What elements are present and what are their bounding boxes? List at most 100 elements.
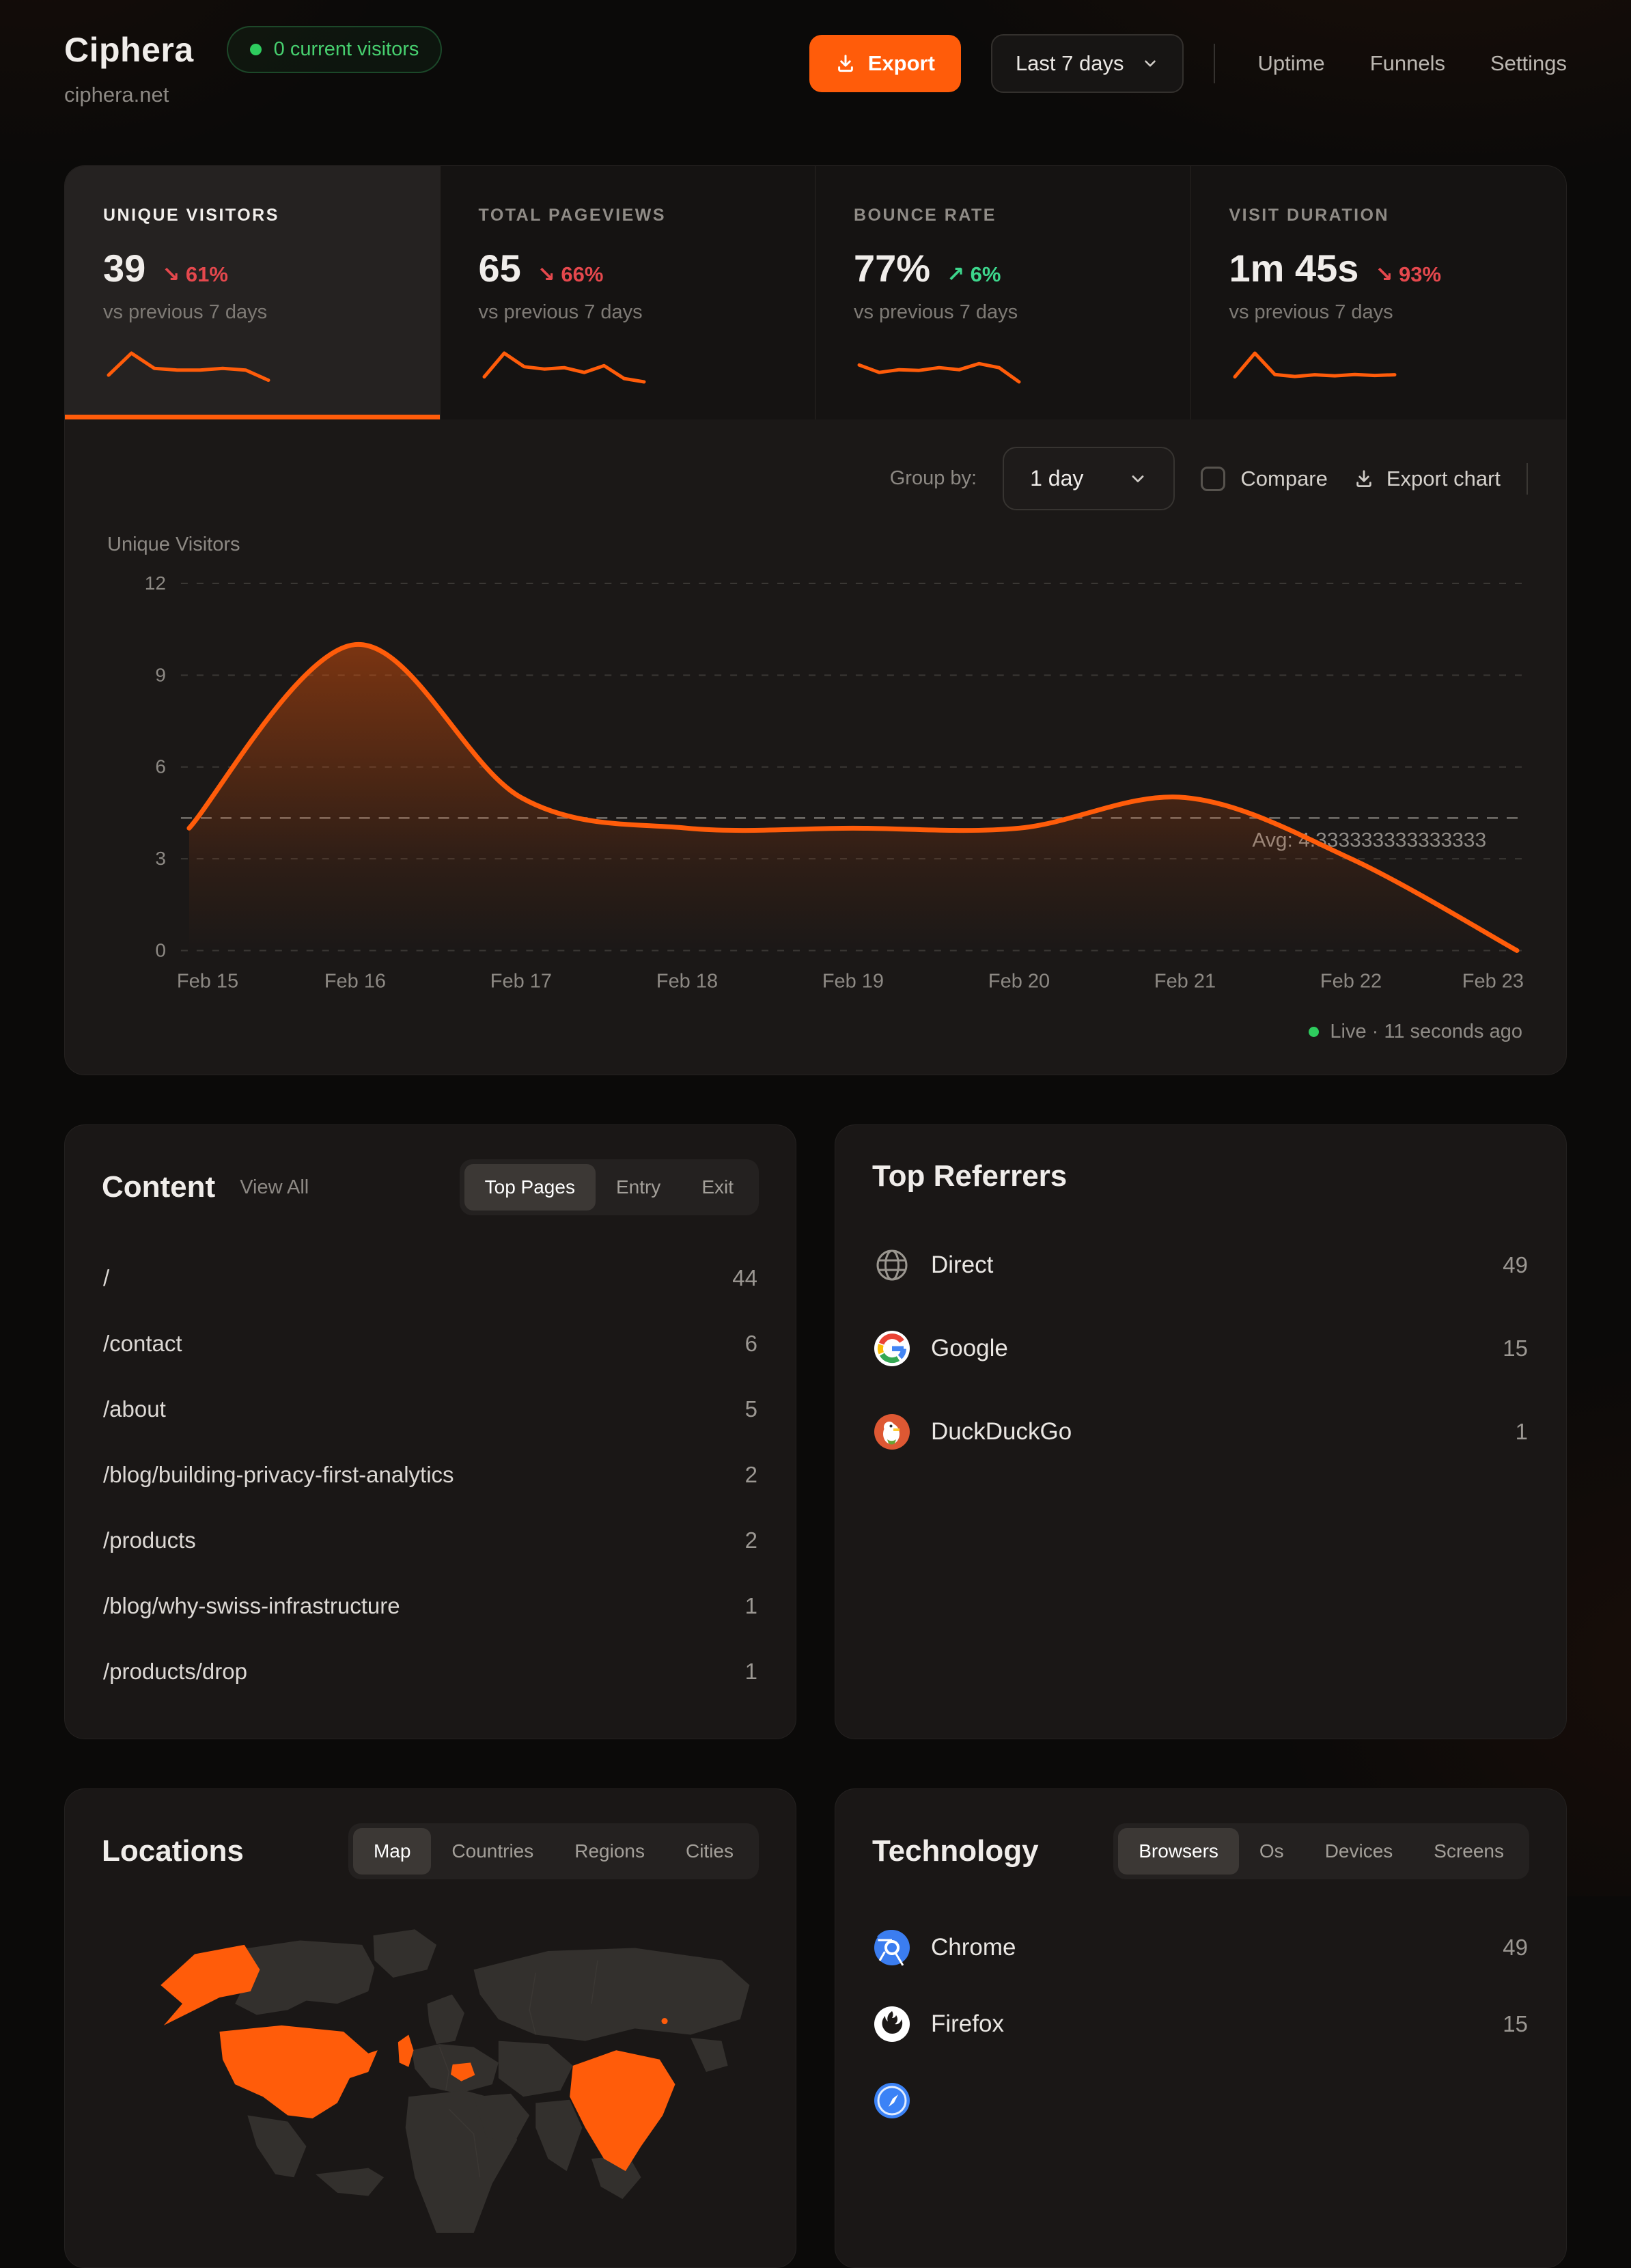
row-count: 15 <box>1503 2011 1528 2037</box>
locations-tab-cities[interactable]: Cities <box>665 1828 754 1875</box>
header-divider <box>1214 44 1215 83</box>
stat-sparkline <box>479 344 650 389</box>
export-chart-button[interactable]: Export chart <box>1354 467 1501 491</box>
stat-sparkline <box>103 344 274 389</box>
live-visitors-dot-icon <box>250 44 262 55</box>
live-text: Live · 11 seconds ago <box>1330 1021 1522 1043</box>
svg-text:Feb 16: Feb 16 <box>324 970 386 992</box>
stat-compare-label: vs previous 7 days <box>479 301 777 324</box>
content-row[interactable]: / 44 <box>102 1245 759 1311</box>
page-count: 44 <box>732 1265 757 1291</box>
referrers-panel: Top Referrers Direct 49 Google 15 DuckDu… <box>835 1124 1567 1739</box>
content-row[interactable]: /contact 6 <box>102 1311 759 1377</box>
stat-card-total-pageviews[interactable]: TOTAL PAGEVIEWS 65 ↘ 66% vs previous 7 d… <box>441 166 816 419</box>
technology-tab-os[interactable]: Os <box>1239 1828 1305 1875</box>
export-button[interactable]: Export <box>809 35 961 92</box>
map-east-russia-coast <box>691 2038 727 2072</box>
content-row[interactable]: /about 5 <box>102 1377 759 1442</box>
page-path: /blog/building-privacy-first-analytics <box>103 1462 454 1488</box>
chevron-down-icon <box>1141 55 1159 72</box>
svg-text:3: 3 <box>155 848 166 869</box>
nav-link-uptime[interactable]: Uptime <box>1257 51 1324 76</box>
row-name: Firefox <box>931 2010 1004 2038</box>
visitors-area-chart[interactable]: 036912Avg: 4.333333333333333Feb 15Feb 16… <box>99 560 1532 997</box>
stat-delta: ↘ 61% <box>162 262 228 287</box>
map-united-kingdom <box>398 2035 414 2067</box>
stat-value: 39 <box>103 246 145 290</box>
stat-compare-label: vs previous 7 days <box>854 301 1152 324</box>
locations-tab-map[interactable]: Map <box>353 1828 431 1875</box>
map-alaska <box>161 1945 260 2025</box>
stat-card-bounce-rate[interactable]: BOUNCE RATE 77% ↗ 6% vs previous 7 days <box>816 166 1191 419</box>
locations-tab-regions[interactable]: Regions <box>554 1828 665 1875</box>
page-count: 2 <box>745 1462 757 1488</box>
date-range-dropdown[interactable]: Last 7 days <box>991 34 1184 93</box>
page-count: 6 <box>745 1331 757 1357</box>
duckduckgo-icon <box>874 1413 910 1450</box>
referrer-row[interactable]: DuckDuckGo 1 <box>872 1390 1529 1474</box>
nav-link-funnels[interactable]: Funnels <box>1370 51 1445 76</box>
content-tab-entry[interactable]: Entry <box>596 1164 681 1211</box>
row-count: 49 <box>1503 1935 1528 1961</box>
referrer-row[interactable]: Direct 49 <box>872 1223 1529 1307</box>
dashboard-page: Ciphera 0 current visitors ciphera.net E… <box>0 0 1631 2268</box>
svg-text:Feb 22: Feb 22 <box>1320 970 1382 992</box>
world-map[interactable] <box>102 1911 759 2233</box>
row-name: Direct <box>931 1251 993 1279</box>
view-all-link[interactable]: View All <box>240 1176 309 1199</box>
visitors-chart[interactable]: 036912Avg: 4.333333333333333Feb 15Feb 16… <box>99 560 1532 1000</box>
page-path: /blog/why-swiss-infrastructure <box>103 1593 400 1619</box>
stat-card-visit-duration[interactable]: VISIT DURATION 1m 45s ↘ 93% vs previous … <box>1191 166 1567 419</box>
technology-tab-devices[interactable]: Devices <box>1305 1828 1414 1875</box>
group-by-dropdown[interactable]: 1 day <box>1003 447 1175 510</box>
svg-text:6: 6 <box>155 756 166 777</box>
stat-label: TOTAL PAGEVIEWS <box>479 206 777 225</box>
brand-title: Ciphera <box>64 30 194 70</box>
referrer-row[interactable]: Google 15 <box>872 1307 1529 1390</box>
stat-value: 77% <box>854 246 930 290</box>
content-tabs: Top PagesEntryExit <box>460 1159 759 1215</box>
map-russia <box>474 1948 750 2041</box>
technology-tab-screens[interactable]: Screens <box>1413 1828 1524 1875</box>
content-row[interactable]: /products/drop 1 <box>102 1639 759 1704</box>
chrome-icon <box>874 1929 910 1966</box>
map-scandinavia <box>427 1995 464 2045</box>
stat-delta: ↘ 66% <box>538 262 604 287</box>
svg-text:Feb 23: Feb 23 <box>1462 970 1524 992</box>
svg-text:Feb 19: Feb 19 <box>822 970 884 992</box>
referrers-title: Top Referrers <box>872 1159 1067 1193</box>
browser-row[interactable]: Firefox 15 <box>872 1986 1529 2062</box>
page-path: /products <box>103 1527 196 1553</box>
content-rows: / 44/contact 6/about 5/blog/building-pri… <box>102 1245 759 1704</box>
referrer-rows: Direct 49 Google 15 DuckDuckGo 1 <box>872 1223 1529 1474</box>
browser-row-partial[interactable] <box>872 2062 1529 2139</box>
page-count: 1 <box>745 1659 757 1685</box>
nav-link-settings[interactable]: Settings <box>1490 51 1567 76</box>
page-path: / <box>103 1265 109 1291</box>
locations-tab-countries[interactable]: Countries <box>431 1828 554 1875</box>
current-visitors-badge: 0 current visitors <box>227 26 443 73</box>
content-tab-exit[interactable]: Exit <box>681 1164 754 1211</box>
locations-tabs: MapCountriesRegionsCities <box>348 1823 759 1879</box>
technology-tab-browsers[interactable]: Browsers <box>1118 1828 1239 1875</box>
svg-text:Feb 20: Feb 20 <box>988 970 1050 992</box>
stat-card-unique-visitors[interactable]: UNIQUE VISITORS 39 ↘ 61% vs previous 7 d… <box>65 166 441 419</box>
content-row[interactable]: /blog/why-swiss-infrastructure 1 <box>102 1573 759 1639</box>
content-row[interactable]: /products 2 <box>102 1508 759 1573</box>
content-panel: Content View All Top PagesEntryExit / 44… <box>64 1124 796 1739</box>
content-tab-top-pages[interactable]: Top Pages <box>464 1164 596 1211</box>
header-left: Ciphera 0 current visitors ciphera.net <box>64 26 442 107</box>
row-name: Chrome <box>931 1934 1016 1961</box>
svg-text:Feb 17: Feb 17 <box>490 970 552 992</box>
browser-row[interactable]: Chrome 49 <box>872 1909 1529 1986</box>
map-mexico <box>247 2116 306 2178</box>
live-dot-icon <box>1309 1027 1319 1037</box>
stat-compare-label: vs previous 7 days <box>1229 301 1529 324</box>
compare-toggle[interactable]: Compare <box>1201 467 1328 491</box>
compare-checkbox[interactable] <box>1201 467 1225 491</box>
page-path: /products/drop <box>103 1659 247 1685</box>
download-icon <box>1354 469 1374 489</box>
svg-text:Feb 18: Feb 18 <box>656 970 718 992</box>
content-row[interactable]: /blog/building-privacy-first-analytics 2 <box>102 1442 759 1508</box>
chart-section: Group by: 1 day Compare Export chart <box>65 419 1566 1075</box>
